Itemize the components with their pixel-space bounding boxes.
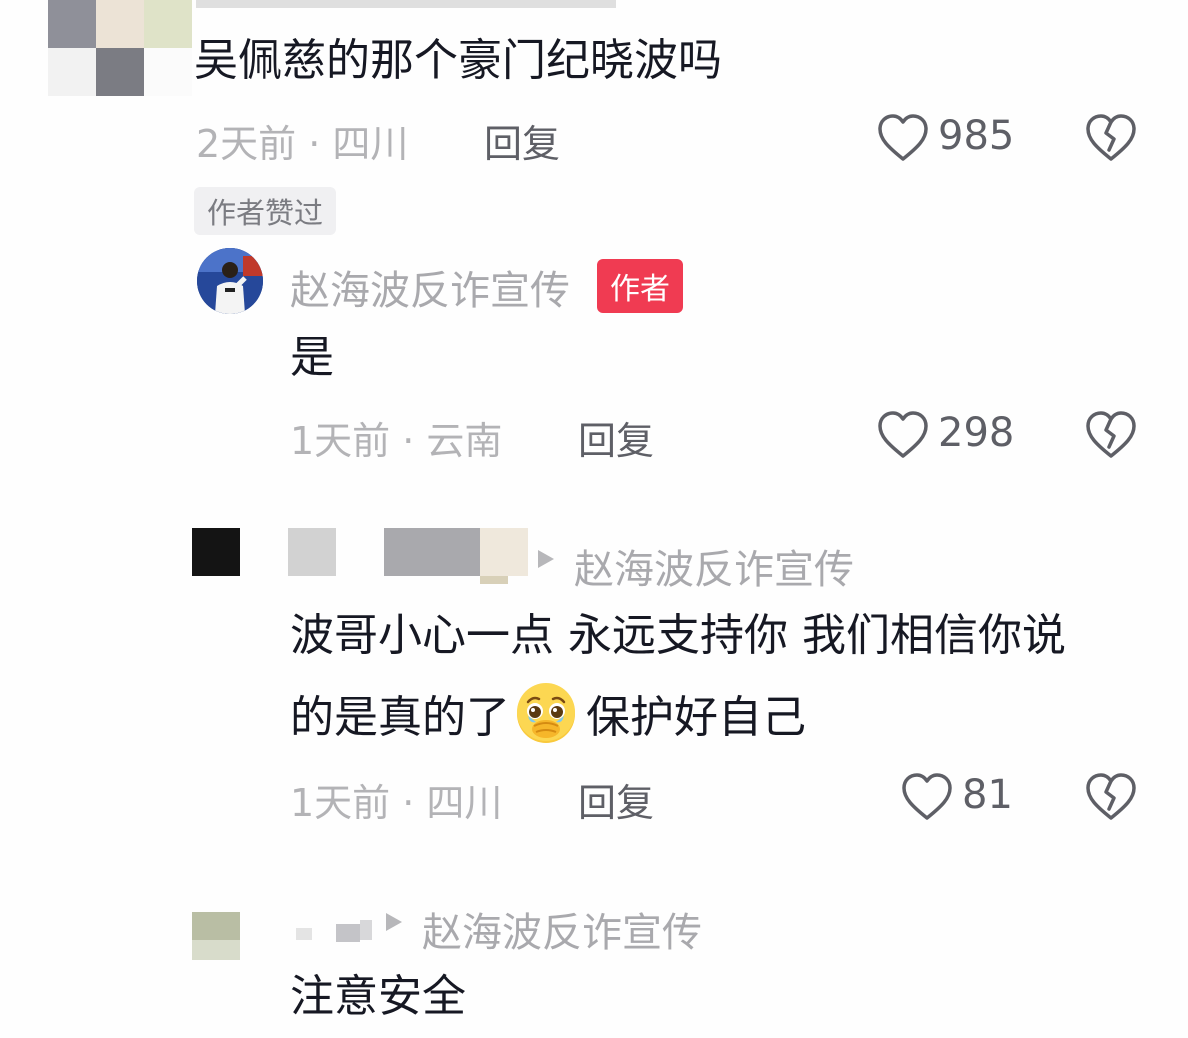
like-count: 298 [938, 410, 1015, 456]
heart-outline-icon [878, 114, 928, 161]
like-button[interactable] [876, 112, 930, 164]
comment-time-location: 1天前 · 云南 [290, 419, 503, 463]
author-liked-badge: 作者赞过 [194, 187, 337, 235]
avatar-blurred[interactable] [192, 528, 240, 576]
reply-to-name[interactable]: 赵海波反诈宣传 [574, 537, 854, 595]
comment-text: 是 [290, 332, 334, 383]
reply-button[interactable]: 回复 [484, 113, 560, 168]
like-button[interactable] [876, 409, 930, 461]
like-count: 985 [938, 113, 1015, 159]
comment-text: 注意安全 [290, 971, 466, 1022]
dislike-button[interactable] [1084, 409, 1138, 461]
comment-time-location: 2天前 · 四川 [196, 122, 409, 166]
avatar-blurred[interactable] [48, 0, 196, 96]
holding-back-tears-emoji [514, 682, 578, 746]
comment-text-part: 的是真的了 [290, 692, 510, 743]
reply-button[interactable]: 回复 [578, 772, 654, 827]
heart-outline-icon [902, 773, 952, 820]
heart-outline-icon [878, 411, 928, 458]
reply-to-name[interactable]: 赵海波反诈宣传 [422, 900, 702, 958]
broken-heart-icon [1086, 773, 1136, 820]
like-count: 81 [962, 772, 1013, 818]
author-avatar-image [197, 248, 263, 314]
broken-heart-icon [1086, 411, 1136, 458]
author-name[interactable]: 赵海波反诈宣传 [290, 258, 570, 316]
author-badge: 作者 [597, 259, 683, 313]
dislike-button[interactable] [1084, 771, 1138, 823]
triangle-right-icon [536, 548, 556, 570]
comment-text-line-2: 的是真的了 保护好自己 [290, 677, 806, 759]
comment-time-location: 1天前 · 四川 [290, 781, 503, 825]
comment-text: 吴佩慈的那个豪门纪晓波吗 [194, 35, 722, 86]
comment-text-line-1: 波哥小心一点 永远支持你 我们相信你说 [290, 610, 1066, 661]
dislike-button[interactable] [1084, 112, 1138, 164]
username-blurred[interactable] [288, 528, 532, 584]
like-button[interactable] [900, 771, 954, 823]
broken-heart-icon [1086, 114, 1136, 161]
username-blurred[interactable] [296, 914, 380, 942]
cropped-username-blur [196, 0, 616, 8]
comment-text-part: 保护好自己 [586, 692, 806, 743]
avatar-blurred[interactable] [192, 912, 240, 960]
avatar[interactable] [197, 248, 263, 314]
reply-button[interactable]: 回复 [578, 410, 654, 465]
triangle-right-icon [384, 911, 404, 933]
